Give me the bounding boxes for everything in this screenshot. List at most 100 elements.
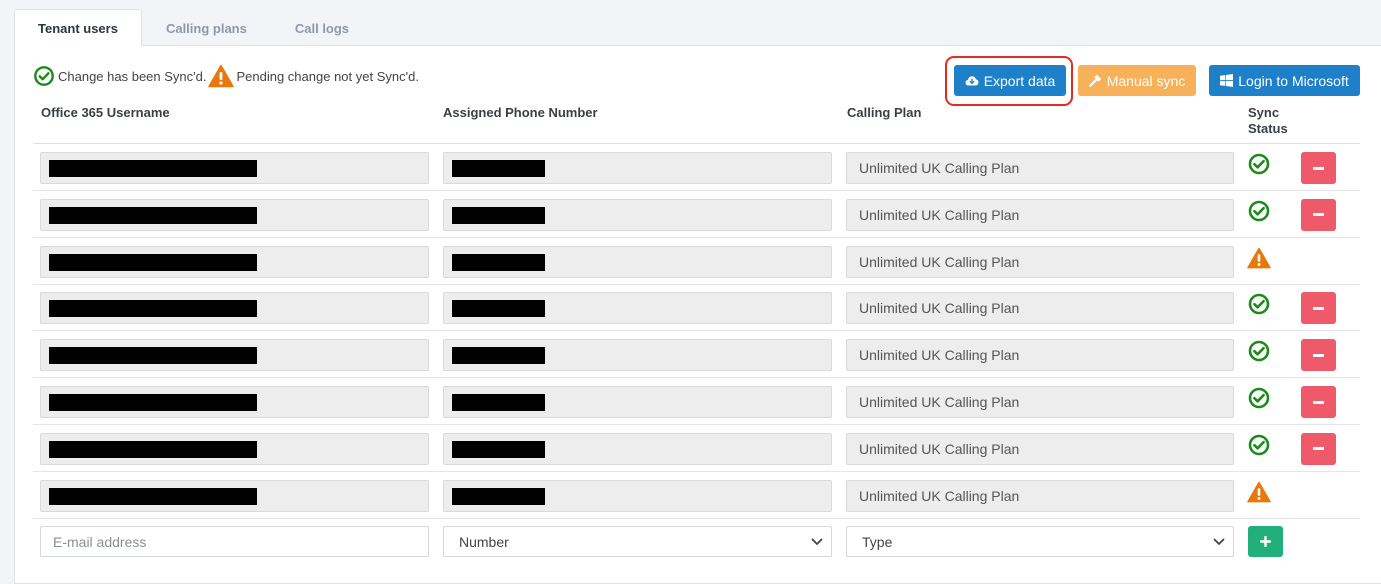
redacted-username xyxy=(49,347,257,365)
calling-plan-field[interactable]: Unlimited UK Calling Plan xyxy=(846,386,1234,418)
warning-triangle-icon xyxy=(208,64,235,88)
username-field[interactable] xyxy=(40,198,429,231)
table-row: Unlimited UK Calling Plan xyxy=(33,331,1360,379)
column-header-sync-status: Sync Status xyxy=(1248,105,1288,137)
remove-user-button[interactable] xyxy=(1301,386,1336,418)
username-field[interactable] xyxy=(40,292,429,325)
remove-user-button[interactable] xyxy=(1301,292,1336,325)
hammer-icon xyxy=(1088,74,1101,87)
phone-number-field[interactable] xyxy=(443,432,832,465)
check-circle-icon xyxy=(1248,200,1270,222)
redacted-username xyxy=(49,253,257,271)
tab-calling-plans[interactable]: Calling plans xyxy=(142,9,271,46)
minus-icon xyxy=(1313,306,1324,310)
chevron-down-icon xyxy=(1213,538,1225,545)
sync-header-line2: Status xyxy=(1248,121,1288,136)
email-input[interactable]: E-mail address xyxy=(40,526,429,557)
username-field[interactable] xyxy=(40,152,429,184)
manual-sync-label: Manual sync xyxy=(1106,72,1186,89)
calling-plan-field[interactable]: Unlimited UK Calling Plan xyxy=(846,245,1234,278)
sync-header-line1: Sync xyxy=(1248,105,1280,120)
redacted-username xyxy=(49,300,257,318)
windows-icon xyxy=(1220,74,1234,87)
export-data-button[interactable]: Export data xyxy=(954,65,1066,96)
plus-icon xyxy=(1260,536,1271,547)
redacted-username xyxy=(49,487,257,505)
calling-plan-value: Unlimited UK Calling Plan xyxy=(859,347,1020,364)
phone-number-field[interactable] xyxy=(443,245,832,278)
redacted-phone-number xyxy=(452,440,545,458)
add-user-button[interactable] xyxy=(1248,526,1283,557)
check-circle-icon xyxy=(1248,387,1270,409)
number-select[interactable]: Number xyxy=(443,526,832,557)
calling-plan-field[interactable]: Unlimited UK Calling Plan xyxy=(846,152,1234,184)
minus-icon xyxy=(1313,166,1324,170)
calling-plan-field[interactable]: Unlimited UK Calling Plan xyxy=(846,479,1234,512)
phone-number-field[interactable] xyxy=(443,339,832,372)
username-field[interactable] xyxy=(40,245,429,278)
minus-icon xyxy=(1313,353,1324,357)
redacted-phone-number xyxy=(452,253,545,271)
table-row: Unlimited UK Calling Plan xyxy=(33,425,1360,472)
tab-call-logs[interactable]: Call logs xyxy=(271,9,373,46)
column-header-plan: Calling Plan xyxy=(847,105,922,120)
table-row: Unlimited UK Calling Plan xyxy=(33,378,1360,425)
check-circle-icon xyxy=(1248,153,1270,175)
phone-number-field[interactable] xyxy=(443,479,832,512)
legend-synced-text: Change has been Sync'd. xyxy=(58,68,207,84)
add-user-row: E-mail address Number Type xyxy=(33,518,1293,564)
minus-icon xyxy=(1313,400,1324,404)
username-field[interactable] xyxy=(40,479,429,512)
phone-number-field[interactable] xyxy=(443,198,832,231)
check-circle-icon xyxy=(1248,294,1270,315)
calling-plan-value: Unlimited UK Calling Plan xyxy=(859,253,1020,270)
redacted-phone-number xyxy=(452,347,545,365)
warning-triangle-icon xyxy=(1247,481,1271,502)
type-select[interactable]: Type xyxy=(846,526,1234,557)
type-select-value: Type xyxy=(862,533,893,550)
calling-plan-field[interactable]: Unlimited UK Calling Plan xyxy=(846,292,1234,325)
redacted-phone-number xyxy=(452,394,545,411)
login-microsoft-label: Login to Microsoft xyxy=(1238,72,1349,89)
legend-pending-text: Pending change not yet Sync'd. xyxy=(236,68,419,84)
warning-triangle-icon xyxy=(1247,247,1271,268)
remove-user-button[interactable] xyxy=(1301,198,1336,231)
calling-plan-field[interactable]: Unlimited UK Calling Plan xyxy=(846,432,1234,465)
chevron-down-icon xyxy=(811,538,823,545)
phone-number-field[interactable] xyxy=(443,292,832,325)
calling-plan-value: Unlimited UK Calling Plan xyxy=(859,394,1020,410)
email-placeholder: E-mail address xyxy=(53,533,147,550)
remove-user-button[interactable] xyxy=(1301,432,1336,465)
redacted-username xyxy=(49,160,257,177)
minus-icon xyxy=(1313,213,1324,217)
calling-plan-value: Unlimited UK Calling Plan xyxy=(859,160,1020,176)
sync-legend: Change has been Sync'd. Pending change n… xyxy=(33,64,419,88)
check-circle-icon xyxy=(1248,340,1270,362)
username-field[interactable] xyxy=(40,386,429,418)
calling-plan-value: Unlimited UK Calling Plan xyxy=(859,206,1020,223)
username-field[interactable] xyxy=(40,339,429,372)
login-microsoft-button[interactable]: Login to Microsoft xyxy=(1209,65,1360,96)
remove-user-button[interactable] xyxy=(1301,339,1336,372)
phone-number-field[interactable] xyxy=(443,152,832,184)
redacted-username xyxy=(49,440,257,458)
calling-plan-field[interactable]: Unlimited UK Calling Plan xyxy=(846,339,1234,372)
tab-bar: Tenant users Calling plans Call logs xyxy=(14,9,373,46)
table-row: Unlimited UK Calling Plan xyxy=(33,472,1360,519)
calling-plan-value: Unlimited UK Calling Plan xyxy=(859,440,1020,457)
minus-icon xyxy=(1313,447,1324,451)
table-row: Unlimited UK Calling Plan xyxy=(33,191,1360,238)
table-row: Unlimited UK Calling Plan xyxy=(33,284,1360,332)
redacted-username xyxy=(49,206,257,224)
check-circle-icon xyxy=(1248,434,1270,456)
column-header-phone: Assigned Phone Number xyxy=(443,105,598,120)
phone-number-field[interactable] xyxy=(443,386,832,418)
tab-tenant-users[interactable]: Tenant users xyxy=(14,9,142,46)
cloud-download-icon xyxy=(965,75,979,85)
manual-sync-button[interactable]: Manual sync xyxy=(1078,65,1196,96)
redacted-phone-number xyxy=(452,206,545,224)
username-field[interactable] xyxy=(40,432,429,465)
calling-plan-field[interactable]: Unlimited UK Calling Plan xyxy=(846,198,1234,231)
remove-user-button[interactable] xyxy=(1301,152,1336,184)
redacted-phone-number xyxy=(452,300,545,318)
